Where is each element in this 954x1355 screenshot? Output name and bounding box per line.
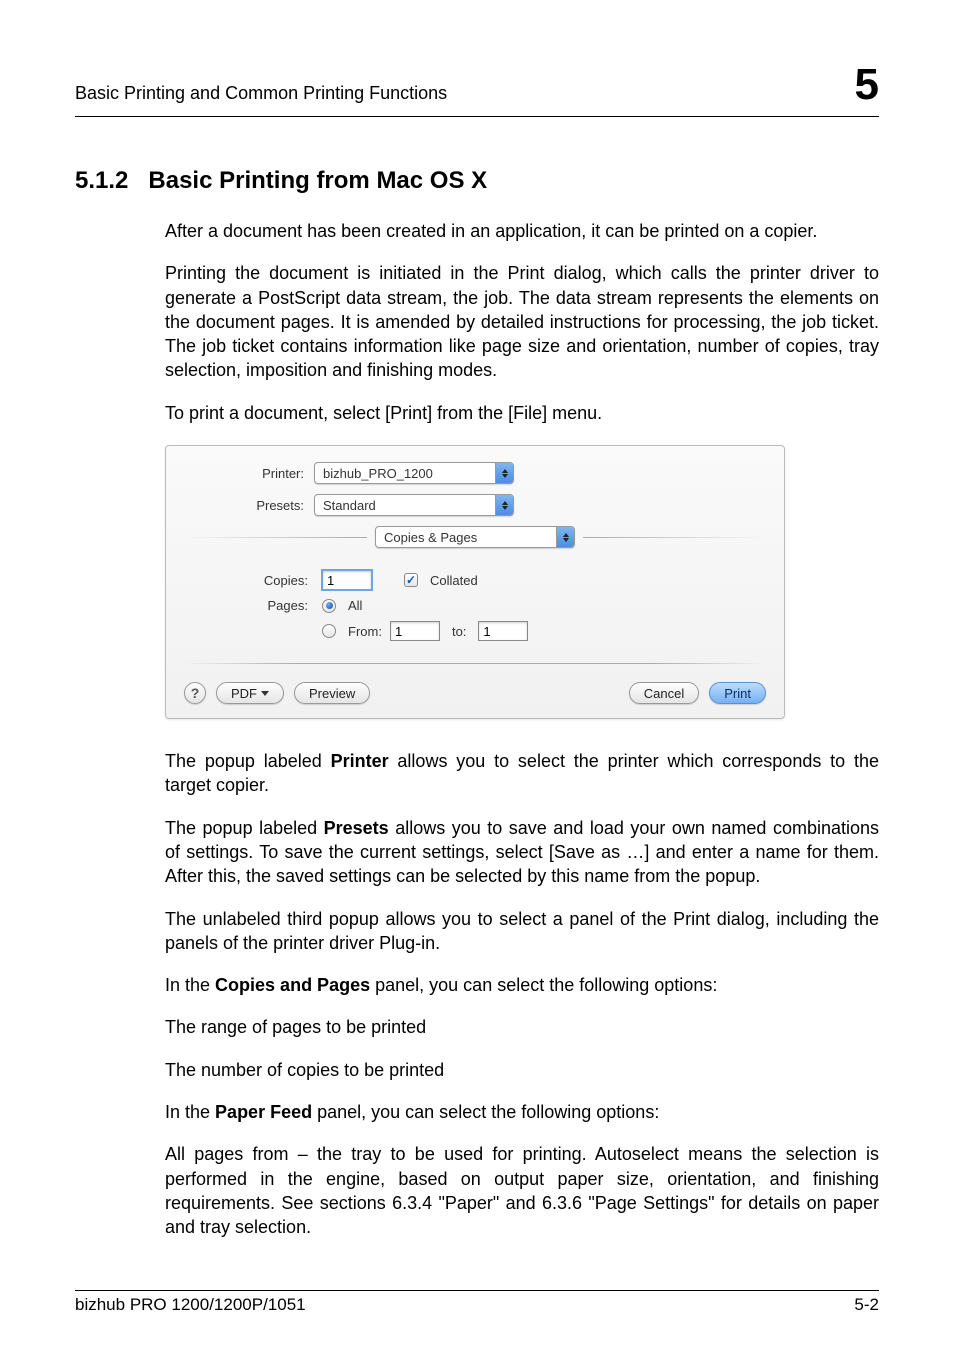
chevron-updown-icon xyxy=(495,463,513,483)
section-number: 5.1.2 xyxy=(75,167,128,194)
paragraph: The number of copies to be printed xyxy=(165,1058,879,1082)
presets-value: Standard xyxy=(323,498,376,513)
help-button[interactable]: ? xyxy=(184,682,206,704)
footer-left: bizhub PRO 1200/1200P/1051 xyxy=(75,1295,306,1315)
paragraph: The popup labeled Printer allows you to … xyxy=(165,749,879,798)
header-title: Basic Printing and Common Printing Funct… xyxy=(75,83,447,104)
section-heading: 5.1.2 Basic Printing from Mac OS X xyxy=(75,167,879,195)
chevron-down-icon xyxy=(261,691,269,696)
pages-from-radio[interactable] xyxy=(322,624,336,638)
printer-value: bizhub_PRO_1200 xyxy=(323,466,433,481)
paragraph: The range of pages to be printed xyxy=(165,1015,879,1039)
from-input[interactable] xyxy=(390,621,440,641)
paragraph: In the Paper Feed panel, you can select … xyxy=(165,1100,879,1124)
paragraph: The popup labeled Presets allows you to … xyxy=(165,816,879,889)
panel-value: Copies & Pages xyxy=(384,530,477,545)
paragraph: To print a document, select [Print] from… xyxy=(165,401,879,425)
pages-all-label: All xyxy=(348,598,362,613)
pages-label: Pages: xyxy=(260,598,314,613)
footer-right: 5-2 xyxy=(854,1295,879,1315)
preview-button[interactable]: Preview xyxy=(294,682,370,704)
paragraph: After a document has been created in an … xyxy=(165,219,879,243)
to-input[interactable] xyxy=(478,621,528,641)
cancel-button[interactable]: Cancel xyxy=(629,682,699,704)
page-footer: bizhub PRO 1200/1200P/1051 5-2 xyxy=(75,1290,879,1315)
pages-all-radio[interactable] xyxy=(322,599,336,613)
presets-popup[interactable]: Standard xyxy=(314,494,514,516)
chevron-updown-icon xyxy=(556,527,574,547)
paragraph: In the Copies and Pages panel, you can s… xyxy=(165,973,879,997)
page-header: Basic Printing and Common Printing Funct… xyxy=(75,60,879,117)
printer-popup[interactable]: bizhub_PRO_1200 xyxy=(314,462,514,484)
chevron-updown-icon xyxy=(495,495,513,515)
to-label: to: xyxy=(448,624,470,639)
panel-popup[interactable]: Copies & Pages xyxy=(375,526,575,548)
print-dialog-figure: Printer: bizhub_PRO_1200 Presets: Standa… xyxy=(165,445,879,719)
help-icon: ? xyxy=(191,685,200,701)
paragraph: Printing the document is initiated in th… xyxy=(165,261,879,382)
pdf-button[interactable]: PDF xyxy=(216,682,284,704)
print-button[interactable]: Print xyxy=(709,682,766,704)
check-icon: ✓ xyxy=(406,574,416,586)
print-dialog: Printer: bizhub_PRO_1200 Presets: Standa… xyxy=(165,445,785,719)
presets-label: Presets: xyxy=(184,498,314,513)
copies-label: Copies: xyxy=(260,573,314,588)
collated-label: Collated xyxy=(430,573,478,588)
from-label: From: xyxy=(348,624,382,639)
paragraph: The unlabeled third popup allows you to … xyxy=(165,907,879,956)
collated-checkbox[interactable]: ✓ xyxy=(404,573,418,587)
copies-input[interactable] xyxy=(322,570,372,590)
chapter-number: 5 xyxy=(855,60,879,110)
printer-label: Printer: xyxy=(184,466,314,481)
paragraph: All pages from – the tray to be used for… xyxy=(165,1142,879,1239)
section-title: Basic Printing from Mac OS X xyxy=(148,167,487,194)
